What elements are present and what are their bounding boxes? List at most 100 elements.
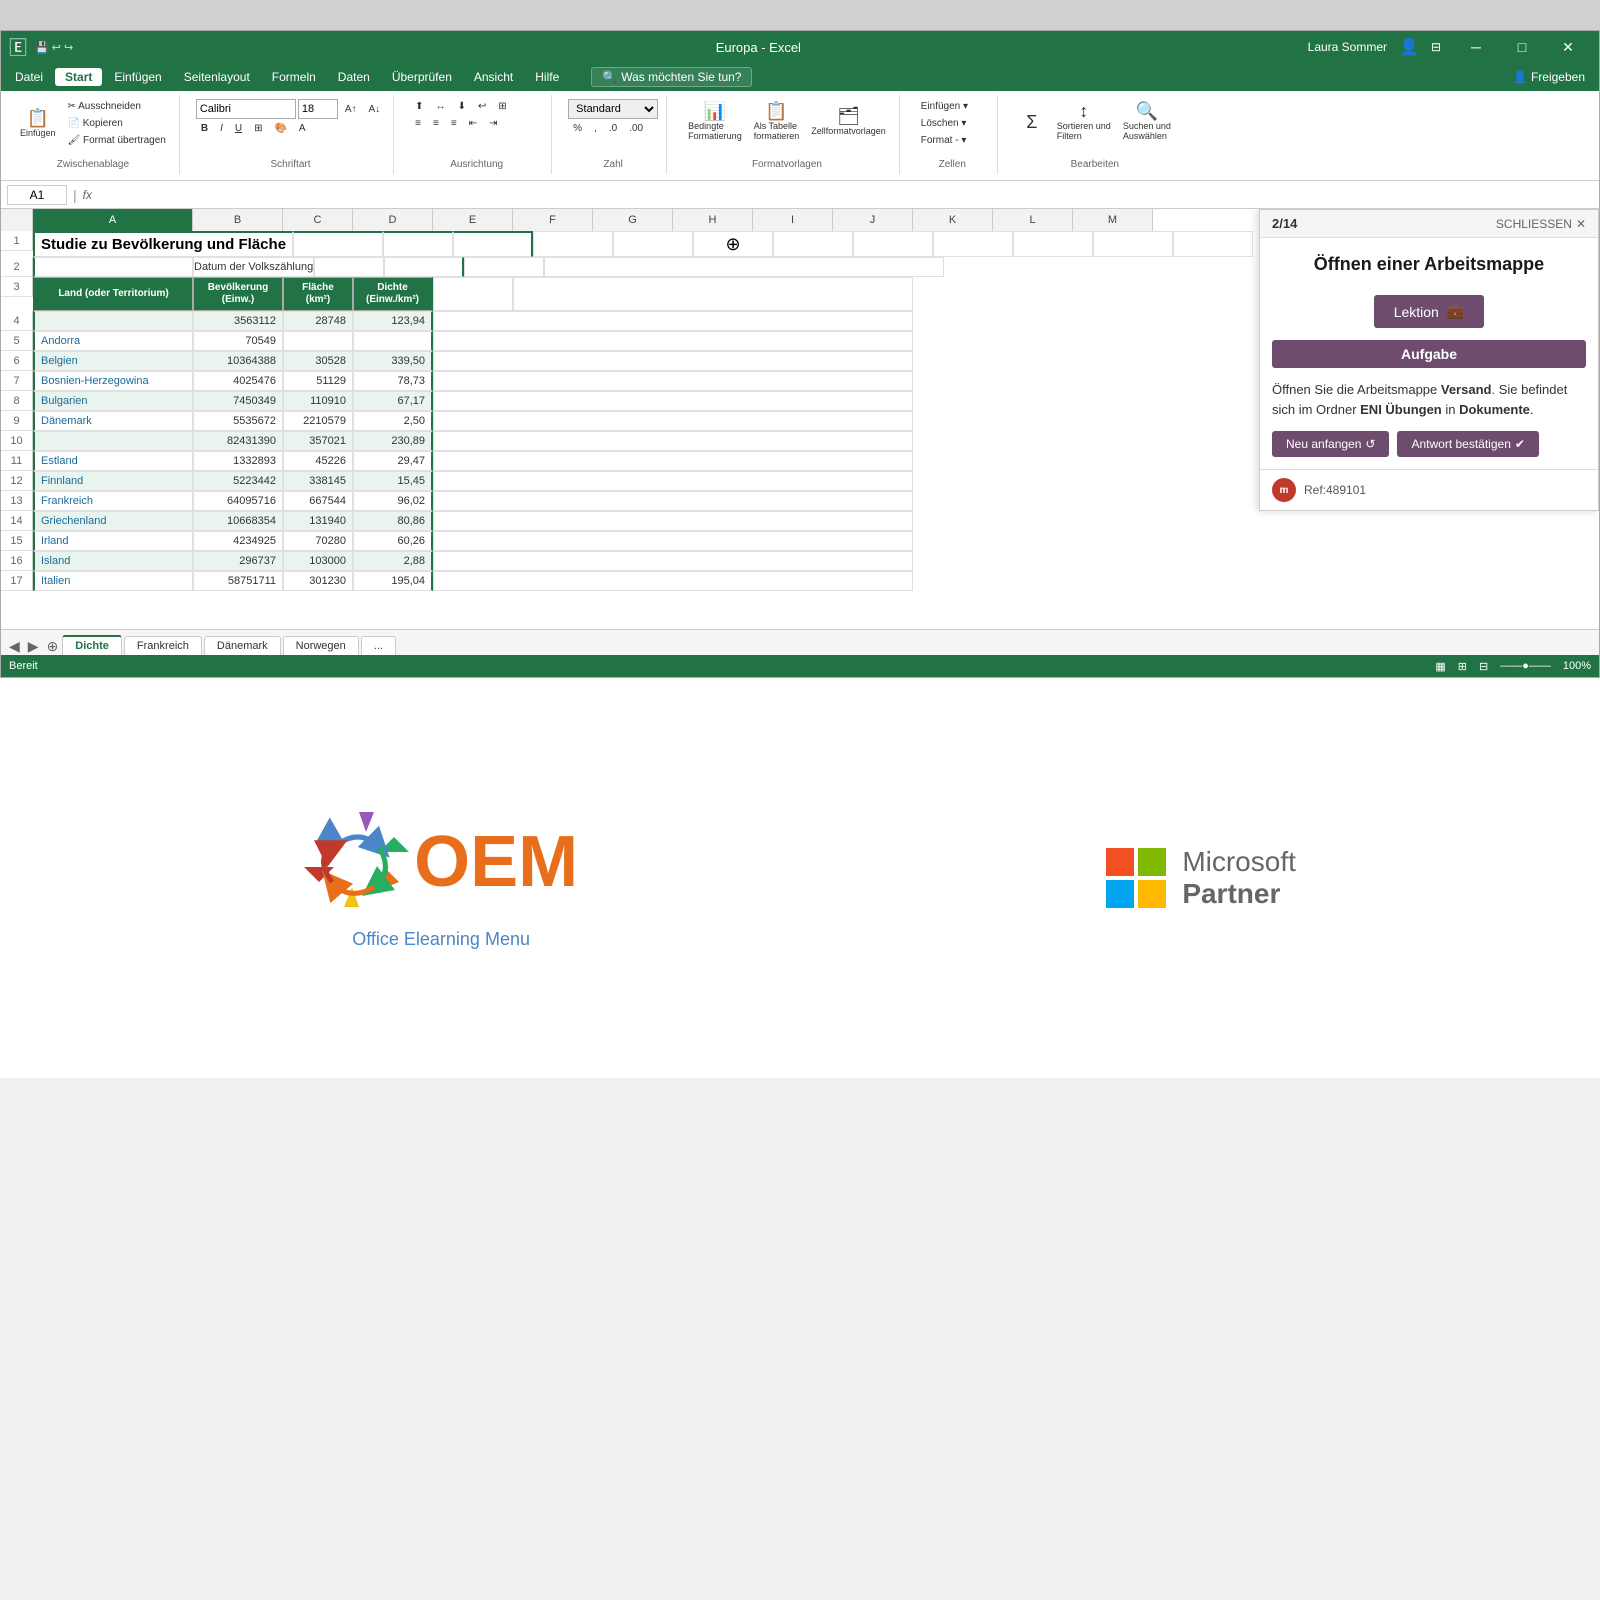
align-left-button[interactable]: ≡: [410, 116, 426, 131]
delete-cell-button[interactable]: Löschen ▾: [916, 116, 973, 131]
cell-rest-10[interactable]: [433, 431, 913, 451]
view-layout-icon[interactable]: ⊞: [1458, 660, 1467, 673]
menu-daten[interactable]: Daten: [328, 68, 380, 86]
cell-pop-7[interactable]: 4025476: [193, 371, 283, 391]
cell-pop-8[interactable]: 7450349: [193, 391, 283, 411]
header-density[interactable]: Dichte(Einw./km²): [353, 277, 433, 311]
header-pop[interactable]: Bevölkerung(Einw.): [193, 277, 283, 311]
tab-nav-prev[interactable]: ◀: [5, 638, 24, 655]
cell-area-8[interactable]: 110910: [283, 391, 353, 411]
increase-font-button[interactable]: A↑: [340, 102, 362, 117]
cell-a2[interactable]: [33, 257, 193, 277]
cell-area-11[interactable]: 45226: [283, 451, 353, 471]
cell-country-8[interactable]: Bulgarien: [33, 391, 193, 411]
close-button[interactable]: ✕: [1545, 31, 1591, 63]
bold-button[interactable]: B: [196, 121, 213, 136]
cell-pop-15[interactable]: 4234925: [193, 531, 283, 551]
decrease-decimal-button[interactable]: .00: [624, 121, 648, 136]
maximize-button[interactable]: □: [1499, 31, 1545, 63]
cell-rest-13[interactable]: [433, 491, 913, 511]
col-i[interactable]: I: [753, 209, 833, 231]
row-num-10[interactable]: 10: [1, 431, 33, 451]
col-b[interactable]: B: [193, 209, 283, 231]
cell-area-15[interactable]: 70280: [283, 531, 353, 551]
comma-button[interactable]: ,: [589, 121, 602, 136]
row-num-17[interactable]: 17: [1, 571, 33, 591]
zoom-slider[interactable]: ——●——: [1500, 660, 1551, 672]
format-cell-button[interactable]: Format - ▾: [916, 133, 973, 148]
align-right-button[interactable]: ≡: [446, 116, 462, 131]
cell-pop-10[interactable]: 82431390: [193, 431, 283, 451]
cell-i1[interactable]: [853, 231, 933, 257]
cell-rest-16[interactable]: [433, 551, 913, 571]
row-num-8[interactable]: 8: [1, 391, 33, 411]
cell-rest-17[interactable]: [433, 571, 913, 591]
font-size-input[interactable]: [298, 99, 338, 119]
cell-g1[interactable]: ⊕: [693, 231, 773, 257]
row-num-9[interactable]: 9: [1, 411, 33, 431]
cell-area-12[interactable]: 338145: [283, 471, 353, 491]
cell-b1[interactable]: [293, 231, 383, 257]
cell-f1[interactable]: [613, 231, 693, 257]
share-button[interactable]: 👤 Freigeben: [1503, 68, 1595, 86]
cell-density-5[interactable]: [353, 331, 433, 351]
header-country[interactable]: Land (oder Territorium): [33, 277, 193, 311]
cell-l1[interactable]: [1093, 231, 1173, 257]
insert-cell-button[interactable]: Einfügen ▾: [916, 99, 973, 114]
cell-country-4[interactable]: [33, 311, 193, 331]
copy-button[interactable]: 📄 Kopieren: [63, 116, 171, 131]
cell-density-9[interactable]: 2,50: [353, 411, 433, 431]
menu-seitenlayout[interactable]: Seitenlayout: [174, 68, 260, 86]
col-l[interactable]: L: [993, 209, 1073, 231]
col-k[interactable]: K: [913, 209, 993, 231]
cell-density-4[interactable]: 123,94: [353, 311, 433, 331]
wrap-text-button[interactable]: ↩: [473, 99, 491, 114]
close-panel-button[interactable]: SCHLIESSEN ✕: [1496, 217, 1586, 231]
view-page-icon[interactable]: ⊟: [1479, 660, 1488, 673]
sort-button[interactable]: ↕ Sortieren undFiltern: [1052, 99, 1116, 144]
cell-density-6[interactable]: 339,50: [353, 351, 433, 371]
cell-density-12[interactable]: 15,45: [353, 471, 433, 491]
col-a[interactable]: A: [33, 209, 193, 231]
paste-button[interactable]: 📋 Einfügen: [15, 106, 61, 141]
cell-rest-4[interactable]: [433, 311, 913, 331]
cell-country-14[interactable]: Griechenland: [33, 511, 193, 531]
menu-start[interactable]: Start: [55, 68, 102, 86]
tab-daenemark[interactable]: Dänemark: [204, 636, 281, 655]
cell-country-16[interactable]: Island: [33, 551, 193, 571]
cell-area-10[interactable]: 357021: [283, 431, 353, 451]
menu-einfuegen[interactable]: Einfügen: [104, 68, 171, 86]
cell-density-11[interactable]: 29,47: [353, 451, 433, 471]
cell-country-12[interactable]: Finnland: [33, 471, 193, 491]
row-num-5[interactable]: 5: [1, 331, 33, 351]
als-tabelle-button[interactable]: 📋 Als Tabelleformatieren: [749, 99, 805, 144]
bedingte-formatierung-button[interactable]: 📊 BedingteFormatierung: [683, 99, 747, 144]
decrease-indent-button[interactable]: ⇤: [464, 116, 482, 131]
menu-formeln[interactable]: Formeln: [262, 68, 326, 86]
cell-m1[interactable]: [1173, 231, 1253, 257]
row-num-6[interactable]: 6: [1, 351, 33, 371]
cell-reference-input[interactable]: [7, 185, 67, 205]
fill-color-button[interactable]: 🎨: [269, 121, 291, 136]
tab-frankreich[interactable]: Frankreich: [124, 636, 202, 655]
row-num-3[interactable]: 3: [1, 277, 33, 297]
cell-area-13[interactable]: 667544: [283, 491, 353, 511]
cell-country-9[interactable]: Dänemark: [33, 411, 193, 431]
cell-density-8[interactable]: 67,17: [353, 391, 433, 411]
increase-indent-button[interactable]: ⇥: [484, 116, 502, 131]
cell-density-16[interactable]: 2,88: [353, 551, 433, 571]
row-num-12[interactable]: 12: [1, 471, 33, 491]
tab-nav-next[interactable]: ▶: [24, 638, 43, 655]
row-num-2[interactable]: 2: [1, 257, 33, 277]
cell-density-7[interactable]: 78,73: [353, 371, 433, 391]
cell-e2[interactable]: [464, 257, 544, 277]
font-color-button[interactable]: A: [294, 121, 311, 136]
col-j[interactable]: J: [833, 209, 913, 231]
formula-input[interactable]: Studie zu Bevölkerung und Fläche: [98, 186, 1593, 204]
col-h[interactable]: H: [673, 209, 753, 231]
col-d[interactable]: D: [353, 209, 433, 231]
cell-density-15[interactable]: 60,26: [353, 531, 433, 551]
row-num-15[interactable]: 15: [1, 531, 33, 551]
cell-pop-12[interactable]: 5223442: [193, 471, 283, 491]
menu-hilfe[interactable]: Hilfe: [525, 68, 569, 86]
